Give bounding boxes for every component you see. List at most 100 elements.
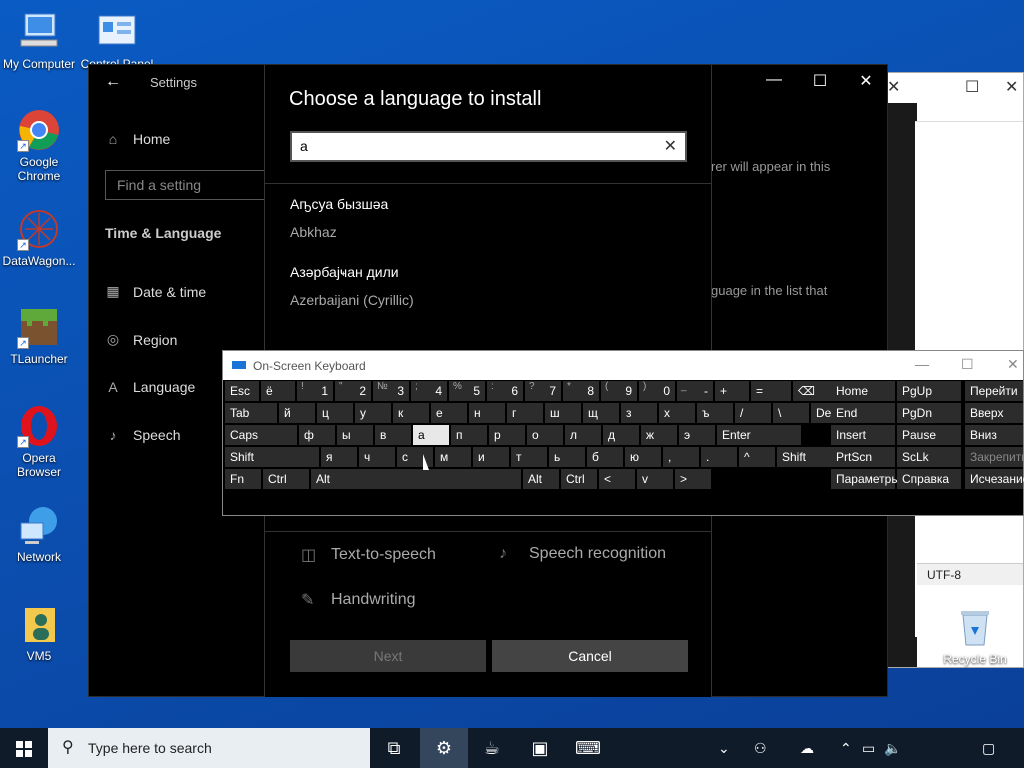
nav-key[interactable]: Справка — [897, 469, 961, 489]
key[interactable]: Ctrl — [561, 469, 597, 489]
key[interactable]: = — [751, 381, 791, 401]
close-icon[interactable]: ✕ — [887, 77, 900, 97]
key[interactable]: \ — [773, 403, 809, 423]
desktop-icon-control-panel[interactable]: Control Panel — [78, 10, 156, 71]
key[interactable]: ? 7 — [525, 381, 561, 401]
java-app-icon[interactable]: ☕ — [468, 728, 516, 768]
nav-key[interactable]: Закрепить — [965, 447, 1024, 467]
key[interactable]: д — [603, 425, 639, 445]
key[interactable]: ж — [641, 425, 677, 445]
desktop-icon-my-computer[interactable]: My Computer — [0, 10, 78, 71]
chevron-up-icon[interactable]: ⌃ — [840, 728, 852, 768]
maximize-icon[interactable]: ☐ — [961, 356, 974, 373]
osk-titlebar[interactable]: On-Screen Keyboard — ☐ ✕ — [223, 351, 1023, 380]
key[interactable]: :6 — [487, 381, 523, 401]
key[interactable]: ^ — [739, 447, 775, 467]
desktop-icon-datawagon[interactable]: ↗ DataWagon... — [0, 207, 78, 268]
key[interactable]: м — [435, 447, 471, 467]
onedrive-cloud-icon[interactable]: ☁ — [800, 728, 814, 768]
key[interactable]: v — [637, 469, 673, 489]
key[interactable]: ! 1 — [297, 381, 333, 401]
nav-key[interactable]: Перейти — [965, 381, 1023, 401]
nav-key[interactable]: PrtScn — [831, 447, 895, 467]
key[interactable]: в — [375, 425, 411, 445]
key[interactable]: щ — [583, 403, 619, 423]
key[interactable]: / — [735, 403, 771, 423]
close-icon[interactable]: ✕ — [1005, 77, 1018, 97]
on-screen-keyboard-icon[interactable]: ⌨ — [564, 728, 612, 768]
key[interactable]: п — [451, 425, 487, 445]
key[interactable]: Caps — [225, 425, 297, 445]
task-view-icon[interactable]: ⧉ — [370, 728, 418, 768]
key[interactable]: я — [321, 447, 357, 467]
key[interactable]: Shift — [225, 447, 319, 467]
key[interactable]: г — [507, 403, 543, 423]
nav-key[interactable]: PgDn — [897, 403, 961, 423]
nav-key[interactable]: Параметры — [831, 469, 900, 489]
key[interactable]: о — [527, 425, 563, 445]
scroll-down-icon[interactable]: ⌄ — [718, 728, 730, 768]
people-icon[interactable]: ⚇ — [754, 728, 767, 768]
sidebar-item-date-time[interactable]: ▦ Date & time — [105, 283, 206, 300]
key[interactable]: Alt — [311, 469, 521, 489]
volume-icon[interactable]: 🔈 — [884, 728, 901, 768]
nav-key[interactable]: Вниз — [965, 425, 1023, 445]
key[interactable]: у — [355, 403, 391, 423]
minimize-icon[interactable]: — — [751, 71, 797, 89]
key[interactable]: ё — [261, 381, 295, 401]
key[interactable]: Esc — [225, 381, 259, 401]
start-button[interactable] — [0, 728, 48, 768]
desktop-icon-network[interactable]: Network — [0, 503, 78, 564]
sidebar-item-home[interactable]: ⌂ Home — [105, 131, 171, 147]
key[interactable]: ф — [299, 425, 335, 445]
clear-icon[interactable]: ✕ — [664, 136, 677, 156]
nav-key[interactable]: Insert — [831, 425, 895, 445]
nav-key[interactable]: Home — [831, 381, 895, 401]
key[interactable]: т — [511, 447, 547, 467]
language-option-abkhaz[interactable]: Аҧсуа бызшәа Abkhaz — [290, 196, 388, 240]
key[interactable]: ю — [625, 447, 661, 467]
key[interactable]: и — [473, 447, 509, 467]
settings-gear-icon[interactable]: ⚙ — [420, 728, 468, 768]
maximize-icon[interactable]: ☐ — [965, 77, 979, 97]
key[interactable]: > — [675, 469, 711, 489]
key[interactable]: * 8 — [563, 381, 599, 401]
bg-window-titlebar[interactable]: ✕ ☐ ✕ — [887, 73, 1023, 103]
nav-key[interactable]: End — [831, 403, 895, 423]
nav-key[interactable]: Вверх — [965, 403, 1023, 423]
key[interactable]: й — [279, 403, 315, 423]
desktop-icon-chrome[interactable]: ↗ Google Chrome — [0, 108, 78, 183]
key[interactable]: ы — [337, 425, 373, 445]
key[interactable]: Fn — [225, 469, 261, 489]
close-icon[interactable]: ✕ — [843, 71, 889, 91]
on-screen-keyboard[interactable]: On-Screen Keyboard — ☐ ✕ Esc ё! 1 " 2 № 3; 4% 5:… — [222, 350, 1024, 516]
desktop-icon-vm5[interactable]: VM5 — [0, 602, 78, 663]
nav-key[interactable]: Исчезание — [965, 469, 1024, 489]
key[interactable]: л — [565, 425, 601, 445]
key[interactable]: Enter — [717, 425, 801, 445]
key[interactable]: + — [715, 381, 749, 401]
key[interactable]: р — [489, 425, 525, 445]
key[interactable]: ш — [545, 403, 581, 423]
key[interactable]: % 5 — [449, 381, 485, 401]
key[interactable]: Tab — [225, 403, 277, 423]
key[interactable]: а — [413, 425, 449, 445]
maximize-icon[interactable]: ☐ — [797, 71, 843, 91]
close-icon[interactable]: ✕ — [1007, 356, 1019, 373]
key[interactable]: " 2 — [335, 381, 371, 401]
desktop-icon-opera[interactable]: ↗ Opera Browser — [0, 404, 78, 479]
key[interactable]: к — [393, 403, 429, 423]
key[interactable]: ц — [317, 403, 353, 423]
taskbar-search[interactable]: ⚲ Type here to search — [48, 728, 370, 768]
key[interactable]: н — [469, 403, 505, 423]
key[interactable]: (9 — [601, 381, 637, 401]
key[interactable]: , — [663, 447, 699, 467]
key[interactable]: ъ — [697, 403, 733, 423]
notifications-icon[interactable]: ▢ — [982, 728, 995, 768]
sidebar-item-language[interactable]: A Language — [105, 379, 195, 395]
key[interactable]: е — [431, 403, 467, 423]
key[interactable]: < — [599, 469, 635, 489]
next-button[interactable]: Next — [290, 640, 486, 672]
key[interactable]: з — [621, 403, 657, 423]
key[interactable]: Alt — [523, 469, 559, 489]
